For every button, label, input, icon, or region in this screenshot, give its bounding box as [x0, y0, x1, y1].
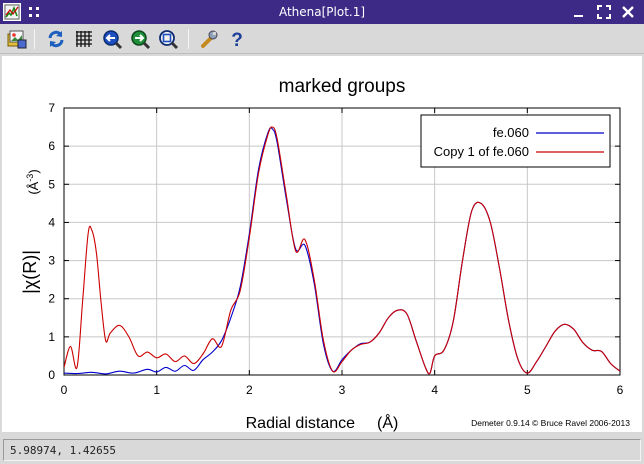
x-tick-label: 3	[339, 383, 346, 397]
y-tick-label: 3	[48, 254, 55, 268]
legend-box	[420, 114, 611, 168]
plot-toolbar: ?	[0, 24, 644, 54]
x-axis-label: Radial distance (Å)	[246, 413, 399, 432]
x-tick-label: 5	[524, 383, 531, 397]
maximize-button[interactable]	[596, 4, 612, 20]
help-button[interactable]: ?	[226, 28, 248, 51]
plot-svg[interactable]: 0 1 2 3 4 5 6 0 1 2 3 4 5 6 7 marked groups Radial di…	[2, 56, 642, 432]
legend: fe.060 Copy 1 of fe.060	[420, 114, 611, 168]
close-icon	[622, 6, 634, 18]
x-tick-label: 1	[153, 383, 160, 397]
y-tick-label: 2	[48, 292, 55, 306]
y-tick-label: 5	[48, 177, 55, 191]
refresh-icon	[48, 30, 64, 48]
toolbar-separator	[34, 29, 35, 49]
toolbar-separator	[188, 29, 189, 49]
image-save-icon	[7, 30, 27, 49]
help-icon: ?	[231, 30, 243, 51]
magnifier-zoom-out-icon	[131, 30, 151, 50]
wrench-icon	[201, 30, 218, 48]
replot-button[interactable]	[45, 28, 67, 50]
save-image-button[interactable]	[6, 28, 28, 50]
y-tick-labels: 0 1 2 3 4 5 6 7	[48, 101, 55, 382]
plot-canvas[interactable]: 0 1 2 3 4 5 6 0 1 2 3 4 5 6 7 marked groups Radial di…	[2, 56, 642, 432]
window-title: Athena[Plot.1]	[278, 5, 366, 19]
y-axis-unit: (Å-3)	[25, 169, 41, 194]
cursor-coordinates: 5.98974, 1.42655	[3, 439, 641, 461]
zoom-in-button[interactable]	[101, 28, 123, 50]
y-tick-label: 4	[48, 215, 55, 229]
y-tick-label: 6	[48, 139, 55, 153]
minimize-icon	[574, 15, 583, 17]
x-tick-labels: 0 1 2 3 4 5 6	[61, 383, 624, 397]
chart-title: marked groups	[279, 76, 406, 97]
x-tick-label: 2	[246, 383, 253, 397]
maximize-icon	[597, 5, 611, 19]
status-bar: 5.98974, 1.42655	[0, 436, 644, 464]
title-bar: Athena[Plot.1]	[0, 0, 644, 24]
grid-toggle-button[interactable]	[73, 28, 95, 50]
zoom-reset-button[interactable]	[157, 28, 179, 50]
y-tick-label: 0	[48, 368, 55, 382]
credit-text: Demeter 0.9.14 © Bruce Ravel 2006-2013	[471, 418, 630, 428]
magnifier-zoom-in-icon	[103, 30, 123, 50]
close-button[interactable]	[620, 4, 636, 20]
y-axis-label: |χ(R)|	[20, 250, 40, 294]
terminal-button[interactable]	[198, 28, 220, 50]
y-tick-label: 1	[48, 330, 55, 344]
minimize-button[interactable]	[571, 4, 587, 20]
legend-label-copy: Copy 1 of fe.060	[434, 144, 529, 159]
legend-label-fe060: fe.060	[493, 125, 529, 140]
x-tick-label: 6	[617, 383, 624, 397]
zoom-out-button[interactable]	[129, 28, 151, 50]
x-tick-label: 0	[61, 383, 68, 397]
x-tick-label: 4	[431, 383, 438, 397]
grid-icon	[76, 31, 92, 47]
y-tick-label: 7	[48, 101, 55, 115]
svg-text:?: ?	[231, 30, 243, 50]
magnifier-reset-icon	[159, 30, 179, 50]
